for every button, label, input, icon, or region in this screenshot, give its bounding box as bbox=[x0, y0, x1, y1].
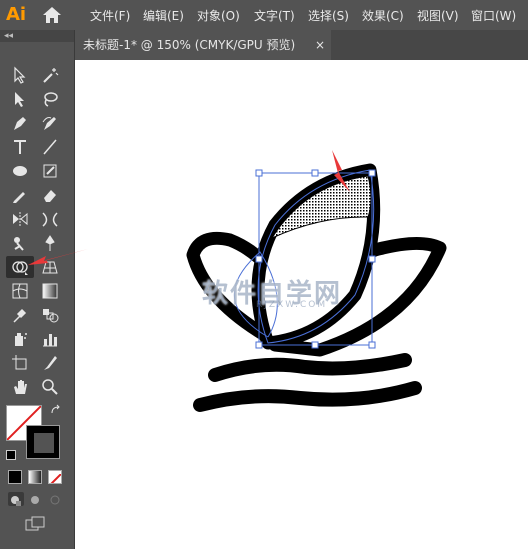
hand-icon bbox=[14, 380, 27, 394]
menu-view[interactable]: 视图(V) bbox=[417, 7, 459, 24]
line-segment-icon bbox=[43, 139, 57, 155]
gradient-mode-button[interactable] bbox=[28, 470, 42, 484]
ellipse-tool[interactable] bbox=[8, 160, 32, 182]
width-icon bbox=[42, 212, 58, 227]
menu-select[interactable]: 选择(S) bbox=[308, 7, 349, 24]
swap-fill-stroke-icon[interactable] bbox=[50, 404, 62, 416]
paintbrush-tool[interactable] bbox=[38, 160, 62, 182]
tools-panel-header[interactable]: ◂◂ bbox=[0, 30, 74, 42]
screen-mode-button[interactable] bbox=[24, 516, 48, 532]
zoom-tool[interactable] bbox=[38, 376, 62, 398]
mesh-icon bbox=[12, 283, 28, 299]
menu-object[interactable]: 对象(O) bbox=[197, 7, 240, 24]
collapse-icon[interactable]: ◂◂ bbox=[4, 31, 13, 41]
stroke-swatch[interactable] bbox=[26, 425, 60, 459]
bbox-handle[interactable] bbox=[311, 169, 319, 177]
draw-inside-button[interactable] bbox=[48, 492, 64, 506]
paintbrush-icon bbox=[43, 164, 57, 178]
eyedropper-tool[interactable] bbox=[8, 304, 32, 326]
draw-normal-icon bbox=[11, 496, 21, 506]
pencil-tool[interactable] bbox=[8, 184, 32, 206]
color-mode-button[interactable] bbox=[8, 470, 22, 484]
magic-wand-icon bbox=[43, 68, 59, 83]
selection-tool[interactable] bbox=[8, 64, 32, 86]
annotation-arrow bbox=[28, 249, 88, 265]
menu-bar: Ai 文件(F) 编辑(E) 对象(O) 文字(T) 选择(S) 效果(C) 视… bbox=[0, 0, 528, 30]
app-logo: Ai bbox=[6, 4, 27, 25]
pen-tool[interactable] bbox=[8, 112, 32, 134]
direct-selection-icon bbox=[15, 92, 24, 107]
column-graph-icon bbox=[43, 334, 57, 347]
eyedropper-icon bbox=[13, 308, 27, 323]
selection-arrow-icon bbox=[14, 66, 26, 84]
column-graph-tool[interactable] bbox=[38, 328, 62, 350]
blend-icon bbox=[43, 309, 59, 323]
menu-window[interactable]: 窗口(W) bbox=[471, 7, 516, 24]
knife-icon bbox=[44, 356, 57, 370]
artboard-canvas[interactable]: 软件自学网 RJZXW.COM bbox=[75, 60, 528, 549]
magic-wand-tool[interactable] bbox=[38, 64, 62, 86]
bbox-handle[interactable] bbox=[255, 169, 263, 177]
close-tab-icon[interactable]: × bbox=[315, 30, 325, 60]
gradient-tool[interactable] bbox=[38, 280, 62, 302]
symbol-sprayer-tool[interactable] bbox=[8, 328, 32, 350]
water-line-bottom[interactable] bbox=[193, 381, 422, 412]
type-icon bbox=[14, 140, 26, 154]
draw-normal-button[interactable] bbox=[8, 492, 24, 506]
watermark-sub: RJZXW.COM bbox=[256, 300, 328, 310]
line-segment-tool[interactable] bbox=[38, 136, 62, 158]
curvature-tool[interactable] bbox=[38, 112, 62, 134]
bbox-handle[interactable] bbox=[368, 169, 376, 177]
bbox-handle[interactable] bbox=[255, 255, 263, 263]
type-tool[interactable] bbox=[8, 136, 32, 158]
symbol-sprayer-icon bbox=[15, 333, 27, 346]
draw-behind-icon bbox=[31, 496, 39, 504]
screen-mode-icon bbox=[25, 516, 45, 531]
menu-edit[interactable]: 编辑(E) bbox=[143, 7, 184, 24]
default-fill-stroke-icon[interactable] bbox=[6, 450, 16, 460]
bbox-handle[interactable] bbox=[368, 255, 376, 263]
artboard-tool[interactable] bbox=[8, 352, 32, 374]
draw-inside-icon bbox=[50, 495, 60, 505]
eraser-icon bbox=[44, 190, 56, 202]
document-tab-bar: 未标题-1* @ 150% (CMYK/GPU 预览) × bbox=[75, 30, 528, 60]
direct-selection-tool[interactable] bbox=[8, 88, 32, 110]
pen-icon bbox=[14, 117, 26, 130]
artboard-icon bbox=[12, 355, 27, 370]
curvature-pen-icon bbox=[42, 117, 56, 130]
zoom-icon bbox=[42, 379, 58, 395]
menu-file[interactable]: 文件(F) bbox=[90, 7, 130, 24]
water-line-top[interactable] bbox=[208, 353, 412, 382]
document-tab[interactable]: 未标题-1* @ 150% (CMYK/GPU 预览) × bbox=[75, 30, 331, 60]
ellipse-icon bbox=[13, 166, 27, 176]
document-tab-title: 未标题-1* @ 150% (CMYK/GPU 预览) bbox=[83, 38, 296, 52]
bbox-handle[interactable] bbox=[311, 341, 319, 349]
menu-type[interactable]: 文字(T) bbox=[254, 7, 295, 24]
reflect-icon bbox=[13, 212, 28, 226]
gradient-icon bbox=[42, 283, 58, 299]
mesh-tool[interactable] bbox=[8, 280, 32, 302]
menu-effect[interactable]: 效果(C) bbox=[362, 7, 404, 24]
eraser-tool[interactable] bbox=[38, 184, 62, 206]
blend-tool[interactable] bbox=[38, 304, 62, 326]
home-icon[interactable] bbox=[42, 6, 62, 24]
tools-panel: ◂◂ bbox=[0, 30, 75, 549]
none-slash-icon bbox=[50, 473, 61, 483]
pencil-icon bbox=[13, 192, 25, 203]
hand-tool[interactable] bbox=[8, 376, 32, 398]
bbox-handle[interactable] bbox=[368, 341, 376, 349]
lasso-icon bbox=[44, 92, 58, 107]
draw-behind-button[interactable] bbox=[28, 492, 44, 506]
none-mode-button[interactable] bbox=[48, 470, 62, 484]
bbox-handle[interactable] bbox=[255, 341, 263, 349]
rotate-tool[interactable] bbox=[8, 208, 32, 230]
slice-tool[interactable] bbox=[38, 352, 62, 374]
lasso-tool[interactable] bbox=[38, 88, 62, 110]
width-tool[interactable] bbox=[38, 208, 62, 230]
